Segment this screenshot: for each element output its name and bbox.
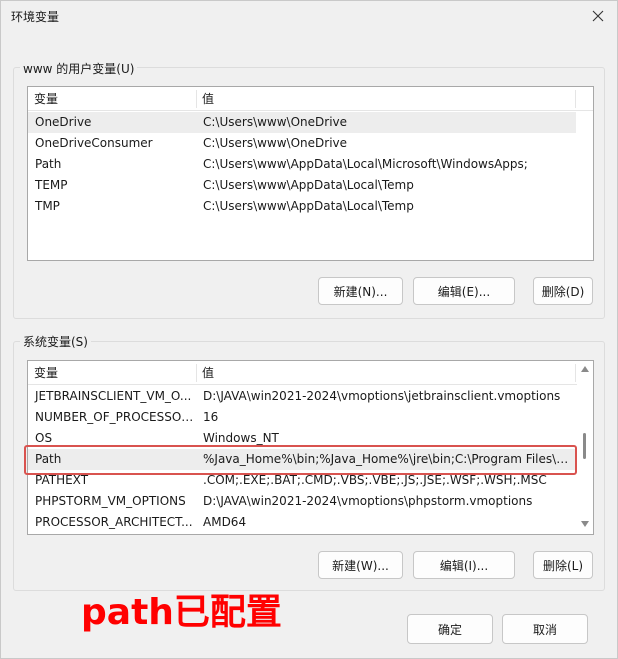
table-row[interactable]: PHPSTORM_VM_OPTIONS D:\JAVA\win2021-2024… xyxy=(28,491,576,512)
window-title: 环境变量 xyxy=(11,10,60,24)
system-delete-button[interactable]: 删除(L) xyxy=(533,551,593,579)
table-row[interactable]: Path C:\Users\www\AppData\Local\Microsof… xyxy=(28,154,593,175)
system-new-button[interactable]: 新建(W)... xyxy=(318,551,403,579)
user-vars-list[interactable]: 变量 值 OneDrive C:\Users\www\OneDrive OneD… xyxy=(27,86,594,261)
variable-value: D:\JAVA\win2021-2024\vmoptions\phpstorm.… xyxy=(203,494,533,508)
table-row[interactable]: NUMBER_OF_PROCESSORS 16 xyxy=(28,407,576,428)
close-icon xyxy=(592,10,604,22)
variable-value: C:\Users\www\OneDrive xyxy=(203,136,348,150)
variable-value: Windows_NT xyxy=(203,431,279,445)
variable-name: OS xyxy=(35,431,53,445)
variable-name: JETBRAINSCLIENT_VM_O... xyxy=(35,389,192,403)
variable-name: PHPSTORM_VM_OPTIONS xyxy=(35,494,186,508)
variable-value: D:\JAVA\win2021-2024\vmoptions\jetbrains… xyxy=(203,389,561,403)
close-button[interactable] xyxy=(587,5,609,27)
table-row[interactable]: OneDriveConsumer C:\Users\www\OneDrive xyxy=(28,133,593,154)
column-divider[interactable] xyxy=(575,364,576,382)
annotation-text: path已配置 xyxy=(81,592,282,633)
variable-name: PROCESSOR_ARCHITECT... xyxy=(35,515,193,529)
variable-value: %Java_Home%\bin;%Java_Home%\jre\bin;C:\P… xyxy=(203,452,575,466)
variable-name: TMP xyxy=(35,199,60,213)
table-row[interactable]: PROCESSOR_ARCHITECT... AMD64 xyxy=(28,512,576,533)
variable-value: C:\Users\www\AppData\Local\Temp xyxy=(203,178,414,192)
column-header-variable[interactable]: 变量 xyxy=(28,361,196,385)
scroll-down-icon[interactable] xyxy=(581,521,589,527)
table-row[interactable]: OneDrive C:\Users\www\OneDrive xyxy=(28,112,576,133)
user-vars-list-header: 变量 值 xyxy=(28,87,593,111)
user-edit-button[interactable]: 编辑(E)... xyxy=(413,277,515,305)
system-vars-group-label: 系统变量(S) xyxy=(20,333,91,350)
system-vars-list[interactable]: 变量 值 JETBRAINSCLIENT_VM_O... D:\JAVA\win… xyxy=(27,360,594,535)
variable-value: C:\Users\www\AppData\Local\Temp xyxy=(203,199,414,213)
scroll-thumb[interactable] xyxy=(583,433,586,459)
cancel-button[interactable]: 取消 xyxy=(502,614,588,644)
column-header-value[interactable]: 值 xyxy=(196,361,576,385)
variable-name: Path xyxy=(35,157,62,171)
system-vars-list-header: 变量 值 xyxy=(28,361,593,385)
variable-value: C:\Users\www\OneDrive xyxy=(203,115,348,129)
variable-name: NUMBER_OF_PROCESSORS xyxy=(35,410,196,424)
variable-value: .COM;.EXE;.BAT;.CMD;.VBS;.VBE;.JS;.JSE;.… xyxy=(203,473,547,487)
ok-button[interactable]: 确定 xyxy=(407,614,493,644)
variable-value: 16 xyxy=(203,410,219,424)
variable-value: C:\Users\www\AppData\Local\Microsoft\Win… xyxy=(203,157,528,171)
table-row[interactable]: PATHEXT .COM;.EXE;.BAT;.CMD;.VBS;.VBE;.J… xyxy=(28,470,576,491)
variable-value: AMD64 xyxy=(203,515,247,529)
variable-name: OneDrive xyxy=(35,115,92,129)
table-row[interactable]: JETBRAINSCLIENT_VM_O... D:\JAVA\win2021-… xyxy=(28,386,576,407)
title-bar: 环境变量 xyxy=(1,1,617,31)
variable-name: PATHEXT xyxy=(35,473,89,487)
scroll-up-icon[interactable] xyxy=(581,366,589,372)
column-header-variable[interactable]: 变量 xyxy=(28,87,196,111)
table-row[interactable]: OS Windows_NT xyxy=(28,428,576,449)
user-vars-group-label: www 的用户变量(U) xyxy=(20,60,138,77)
environment-variables-dialog: 环境变量 www 的用户变量(U) 变量 值 OneDrive C:\Users… xyxy=(0,0,618,659)
column-divider[interactable] xyxy=(575,90,576,108)
user-new-button[interactable]: 新建(N)... xyxy=(318,277,403,305)
table-row[interactable]: TMP C:\Users\www\AppData\Local\Temp xyxy=(28,196,593,217)
system-vars-scrollbar[interactable] xyxy=(577,361,593,534)
table-row[interactable]: TEMP C:\Users\www\AppData\Local\Temp xyxy=(28,175,593,196)
table-row[interactable]: Path %Java_Home%\bin;%Java_Home%\jre\bin… xyxy=(28,449,576,470)
variable-name: OneDriveConsumer xyxy=(35,136,153,150)
column-header-value[interactable]: 值 xyxy=(196,87,576,111)
system-edit-button[interactable]: 编辑(I)... xyxy=(413,551,515,579)
user-delete-button[interactable]: 删除(D) xyxy=(533,277,593,305)
variable-name: TEMP xyxy=(35,178,68,192)
variable-name: Path xyxy=(35,452,62,466)
